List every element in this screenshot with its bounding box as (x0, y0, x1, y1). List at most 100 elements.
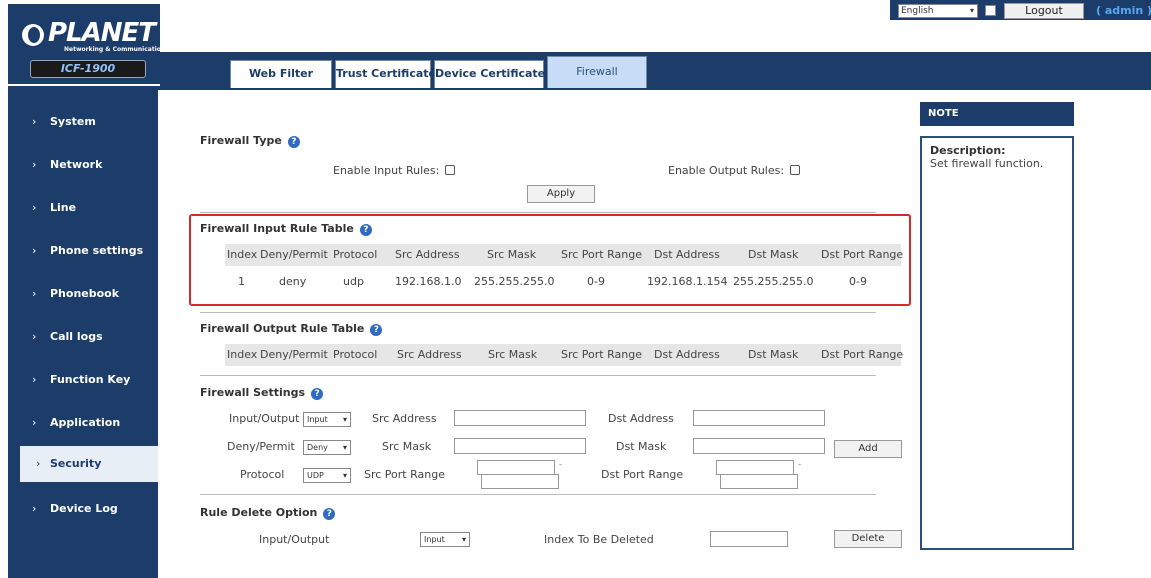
delete-io-select[interactable]: Input ▾ (420, 532, 470, 547)
dst-port-end-input[interactable] (720, 474, 798, 489)
col-src-address: Src Address (395, 248, 460, 261)
enable-input-rules: Enable Input Rules: (333, 164, 456, 177)
src-port-start-input[interactable] (477, 460, 555, 475)
cell-dst-address: 192.168.1.154 (647, 275, 728, 288)
chevron-down-icon: ▾ (342, 415, 347, 424)
index-to-delete-label: Index To Be Deleted (544, 533, 654, 546)
col-dst-address: Dst Address (654, 348, 720, 361)
tab-device-certificates[interactable]: Device Certificates (434, 60, 552, 88)
sidebar-item-system[interactable]: › System (8, 104, 158, 140)
dst-mask-label: Dst Mask (616, 440, 667, 453)
src-mask-input[interactable] (454, 438, 586, 454)
chevron-down-icon: ▾ (969, 6, 974, 15)
io-value: Input (307, 415, 328, 424)
help-icon[interactable]: ? (359, 224, 372, 236)
cell-dst-mask: 255.255.255.0 (733, 275, 814, 288)
col-dst-port-range: Dst Port Range (821, 248, 904, 261)
main-content: Firewall Type? Enable Input Rules: Enabl… (176, 96, 911, 578)
dst-port-range-label: Dst Port Range (601, 468, 684, 481)
col-protocol: Protocol (333, 348, 378, 361)
help-icon[interactable]: ? (323, 508, 336, 520)
language-select[interactable]: English ▾ (898, 4, 978, 18)
user-label: ( admin ) (1096, 4, 1151, 17)
protocol-label: Protocol (240, 468, 285, 481)
col-dst-mask: Dst Mask (748, 348, 799, 361)
chevron-right-icon: › (32, 244, 37, 257)
deny-permit-value: Deny (307, 443, 328, 452)
sidebar: › System › Network › Line › Phone settings ›… (8, 90, 158, 578)
sidebar-item-security[interactable]: › Security (20, 446, 158, 482)
keep-online-checkbox[interactable] (1008, 28, 1018, 38)
apply-button[interactable]: Apply (527, 185, 595, 203)
sidebar-item-phone-settings[interactable]: › Phone settings (8, 233, 158, 269)
enable-output-label: Enable Output Rules: (668, 164, 785, 177)
delete-io-value: Input (424, 535, 445, 544)
sidebar-item-device-log[interactable]: › Device Log (8, 491, 158, 527)
tab-firewall[interactable]: Firewall (547, 56, 647, 88)
input-rule-table-title: Firewall Input Rule Table? (200, 222, 372, 236)
col-deny-permit: Deny/Permit (260, 248, 328, 261)
topbar-checkbox[interactable] (985, 5, 996, 16)
chevron-down-icon: ▾ (342, 471, 347, 480)
output-rule-table-title: Firewall Output Rule Table? (200, 322, 383, 336)
cell-src-port: 0-9 (587, 275, 605, 288)
cell-protocol: udp (343, 275, 364, 288)
dst-mask-input[interactable] (693, 438, 825, 454)
divider (200, 494, 876, 495)
chevron-right-icon: › (32, 502, 37, 515)
help-icon[interactable]: ? (287, 136, 300, 148)
col-src-port-range: Src Port Range (561, 248, 642, 261)
note-description-text: Set firewall function. (930, 157, 1044, 170)
sidebar-item-function-key[interactable]: › Function Key (8, 362, 158, 398)
dst-port-start-input[interactable] (716, 460, 794, 475)
deny-permit-select[interactable]: Deny ▾ (303, 440, 351, 455)
chevron-right-icon: › (32, 158, 37, 171)
help-icon[interactable]: ? (311, 388, 324, 400)
sidebar-item-phonebook[interactable]: › Phonebook (8, 276, 158, 312)
brand-name: PLANET (48, 18, 156, 48)
help-icon[interactable]: ? (370, 324, 383, 336)
enable-output-checkbox[interactable] (790, 165, 801, 175)
enable-output-rules: Enable Output Rules: (668, 164, 801, 177)
note-description-title: Description: (930, 144, 1006, 157)
firewall-type-title: Firewall Type? (200, 134, 300, 148)
cell-action: deny (279, 275, 307, 288)
src-port-end-input[interactable] (481, 474, 559, 489)
col-deny-permit: Deny/Permit (260, 348, 328, 361)
tab-trust-certificates[interactable]: Trust Certificates (335, 60, 443, 88)
io-select[interactable]: Input ▾ (303, 412, 351, 427)
col-dst-address: Dst Address (654, 248, 720, 261)
input-table-header: Index Deny/Permit Protocol Src Address S… (225, 244, 904, 266)
sidebar-item-network[interactable]: › Network (8, 147, 158, 183)
enable-input-label: Enable Input Rules: (333, 164, 440, 177)
range-dash: - (798, 460, 802, 470)
cell-dst-port: 0-9 (849, 275, 867, 288)
cell-index: 1 (238, 275, 245, 288)
add-button[interactable]: Add (834, 440, 902, 458)
index-to-delete-input[interactable] (710, 531, 788, 547)
language-value: English (901, 6, 934, 16)
output-table-header: Index Deny/Permit Protocol Src Address S… (225, 344, 903, 366)
dst-address-input[interactable] (693, 410, 825, 426)
sidebar-item-call-logs[interactable]: › Call logs (8, 319, 158, 355)
tab-web-filter[interactable]: Web Filter (230, 60, 332, 88)
sidebar-item-application[interactable]: › Application (8, 405, 158, 441)
src-port-range-label: Src Port Range (364, 468, 445, 481)
protocol-select[interactable]: UDP ▾ (303, 468, 351, 483)
chevron-right-icon: › (32, 330, 37, 343)
enable-input-checkbox[interactable] (445, 165, 456, 175)
col-index: Index (227, 248, 258, 261)
sidebar-item-line[interactable]: › Line (8, 190, 158, 226)
col-src-mask: Src Mask (487, 248, 537, 261)
chevron-right-icon: › (32, 287, 37, 300)
src-address-input[interactable] (454, 410, 586, 426)
keep-online-toggle[interactable]: Keep Online (1008, 26, 1106, 40)
chevron-right-icon: › (32, 201, 37, 214)
logout-button[interactable]: Logout (1004, 3, 1084, 19)
deny-permit-label: Deny/Permit (227, 440, 295, 453)
col-dst-mask: Dst Mask (748, 248, 799, 261)
delete-button[interactable]: Delete (834, 530, 902, 548)
note-panel: Description: Set firewall function. (920, 136, 1074, 550)
chevron-right-icon: › (36, 457, 41, 470)
rule-delete-title: Rule Delete Option? (200, 506, 336, 520)
